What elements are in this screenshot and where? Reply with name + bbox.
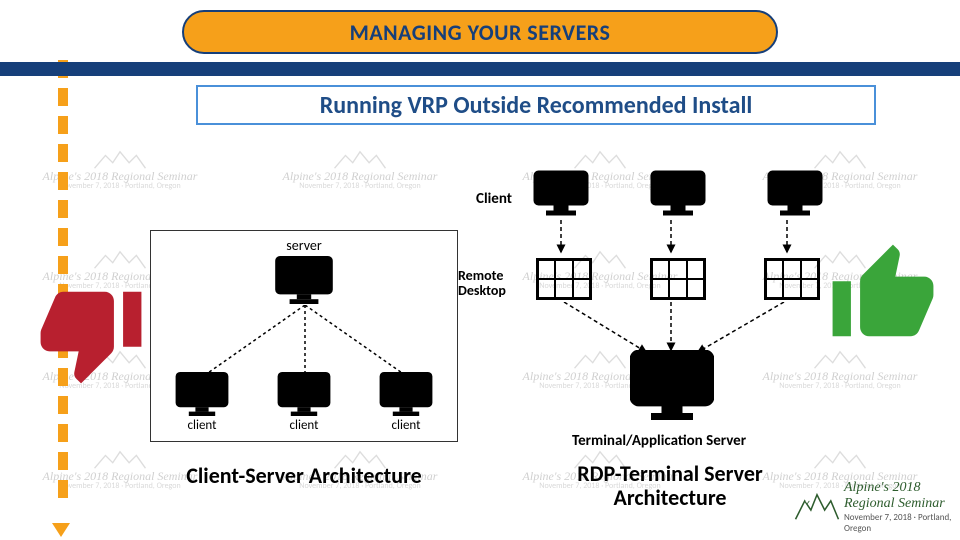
title-banner: MANAGING YOUR SERVERS xyxy=(182,10,778,54)
thumb-up-icon xyxy=(828,230,938,360)
remote-row-label: RemoteDesktop xyxy=(458,268,506,299)
subtitle-text: Running VRP Outside Recommended Install xyxy=(320,91,753,120)
server-monitor-icon: >_ xyxy=(630,350,714,420)
monitor-icon xyxy=(175,372,229,416)
left-caption: Client-Server Architecture xyxy=(150,462,458,489)
svg-text:>_: >_ xyxy=(657,366,687,395)
thumb-down-icon xyxy=(36,268,146,398)
remote-desktop-icon xyxy=(650,258,706,300)
client-row-label: Client xyxy=(476,190,512,208)
client-node: client xyxy=(277,372,331,433)
server-label: server xyxy=(151,231,457,254)
title-text: MANAGING YOUR SERVERS xyxy=(350,19,611,46)
remote-desktop-icon xyxy=(536,258,592,300)
client-node: client xyxy=(175,372,229,433)
event-title: Alpine's 2018 Regional Seminar xyxy=(844,480,954,512)
server-label: Terminal/Application Server xyxy=(572,432,746,450)
client-node: client xyxy=(379,372,433,433)
subtitle-bar: Running VRP Outside Recommended Install xyxy=(196,85,876,125)
header-stripe xyxy=(0,62,960,76)
monitor-icon: >_ xyxy=(275,256,333,304)
event-logo: Alpine's 2018 Regional Seminar November … xyxy=(794,480,954,534)
remote-desktop-icon xyxy=(764,258,820,300)
monitor-icon xyxy=(530,168,592,218)
client-server-diagram: server >_ client client client xyxy=(150,230,458,442)
svg-text:>_: >_ xyxy=(292,264,316,287)
right-caption: RDP-Terminal Server Architecture xyxy=(520,462,820,510)
mountain-icon xyxy=(91,150,149,170)
mountain-icon xyxy=(794,489,840,525)
event-subtitle: November 7, 2018 · Portland, Oregon xyxy=(844,512,954,534)
arrows-tier1 xyxy=(506,220,836,260)
slide: Alpine's 2018 Regional SeminarNovember 7… xyxy=(0,0,960,540)
rdp-terminal-diagram: Client RemoteDesktop >_ xyxy=(506,150,836,480)
